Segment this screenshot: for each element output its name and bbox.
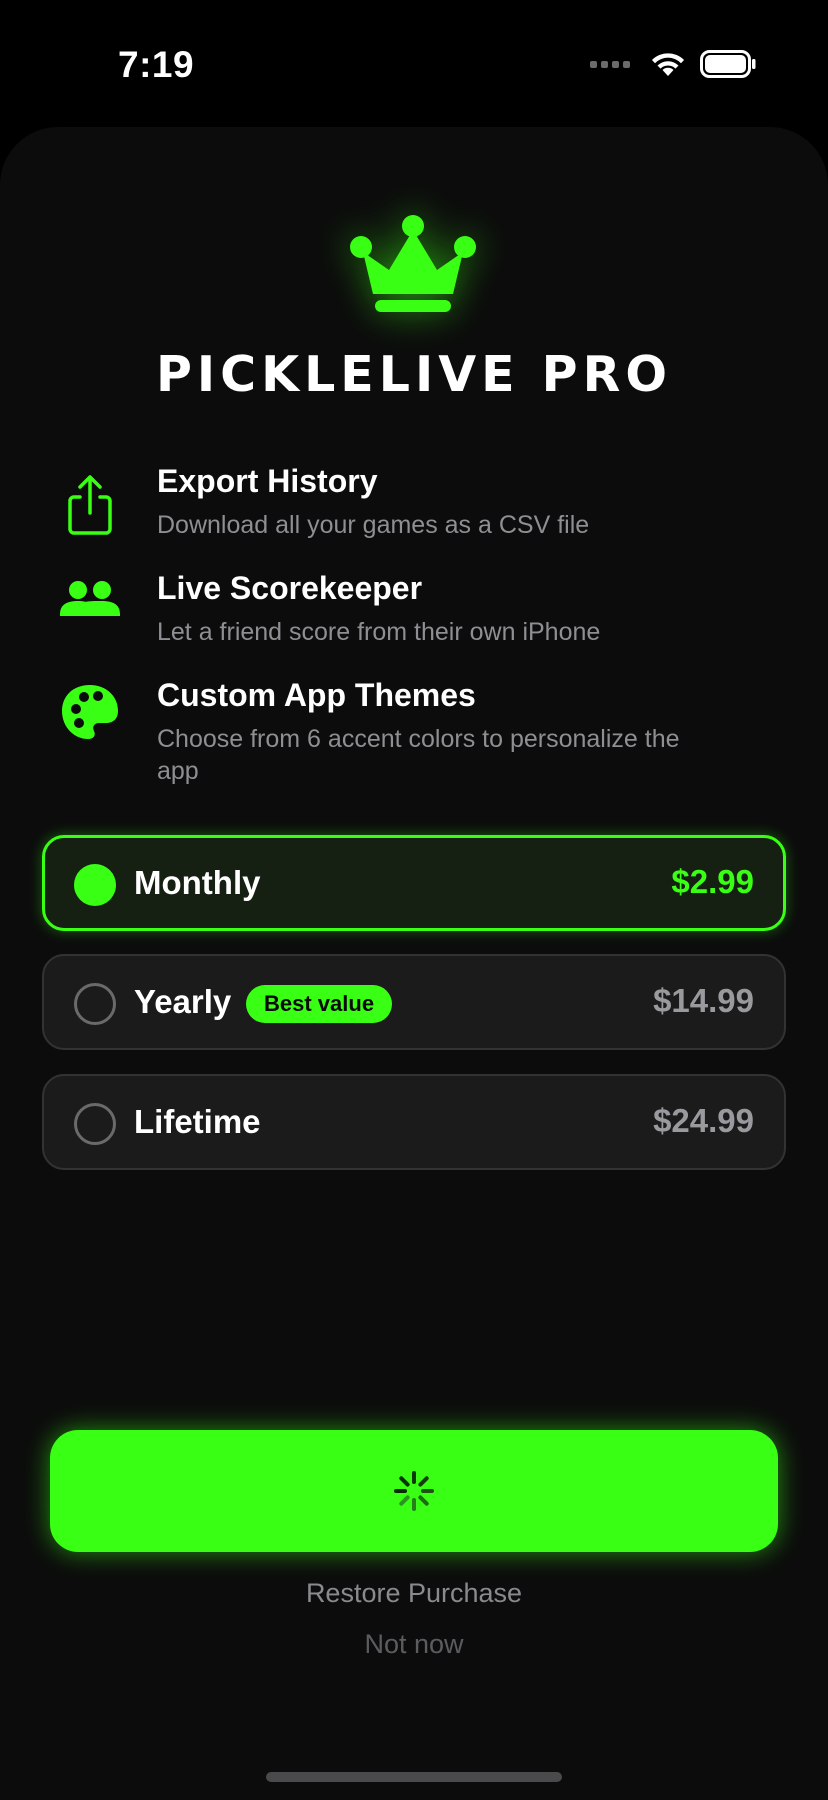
home-indicator[interactable] [266, 1772, 562, 1782]
status-time: 7:19 [118, 44, 195, 85]
status-icons [590, 50, 756, 78]
share-export-icon [68, 475, 112, 535]
not-now-link[interactable]: Not now [0, 1629, 828, 1660]
plan-price: $24.99 [653, 1102, 754, 1139]
best-value-badge: Best value [246, 985, 393, 1023]
plan-price: $2.99 [671, 863, 754, 900]
purchase-button[interactable] [50, 1430, 778, 1552]
plan-label: Monthly [134, 864, 261, 901]
restore-purchase-link[interactable]: Restore Purchase [0, 1578, 828, 1609]
crown-icon [350, 215, 476, 312]
paywall-screen: 7:19 PICKLELIVE PRO Export History Downl… [0, 0, 828, 1800]
cellular-dots-icon [590, 60, 630, 68]
battery-icon [700, 50, 756, 78]
feature-description: Let a friend score from their own iPhone [157, 618, 601, 646]
radio-unselected-icon [74, 983, 116, 1025]
palette-icon [62, 685, 118, 739]
activity-spinner-icon [394, 1471, 434, 1511]
plan-price: $14.99 [653, 982, 754, 1019]
radio-selected-icon [74, 864, 116, 906]
page-title: PICKLELIVE PRO [156, 346, 672, 403]
plan-label: Lifetime [134, 1103, 261, 1140]
feature-title: Live Scorekeeper [157, 570, 423, 606]
plan-label: Yearly [134, 983, 232, 1020]
plan-option-lifetime[interactable]: Lifetime $24.99 [42, 1074, 786, 1170]
radio-unselected-icon [74, 1103, 116, 1145]
people-icon [60, 581, 120, 616]
feature-title: Export History [157, 463, 378, 499]
status-bar: 7:19 [0, 0, 828, 130]
plan-option-monthly[interactable]: Monthly $2.99 [42, 835, 786, 931]
feature-description: Choose from 6 accent colors to personali… [157, 725, 680, 785]
feature-title: Custom App Themes [157, 677, 476, 713]
wifi-icon [652, 53, 684, 76]
feature-description: Download all your games as a CSV file [157, 511, 590, 539]
plan-option-yearly[interactable]: Yearly Best value $14.99 [42, 954, 786, 1050]
